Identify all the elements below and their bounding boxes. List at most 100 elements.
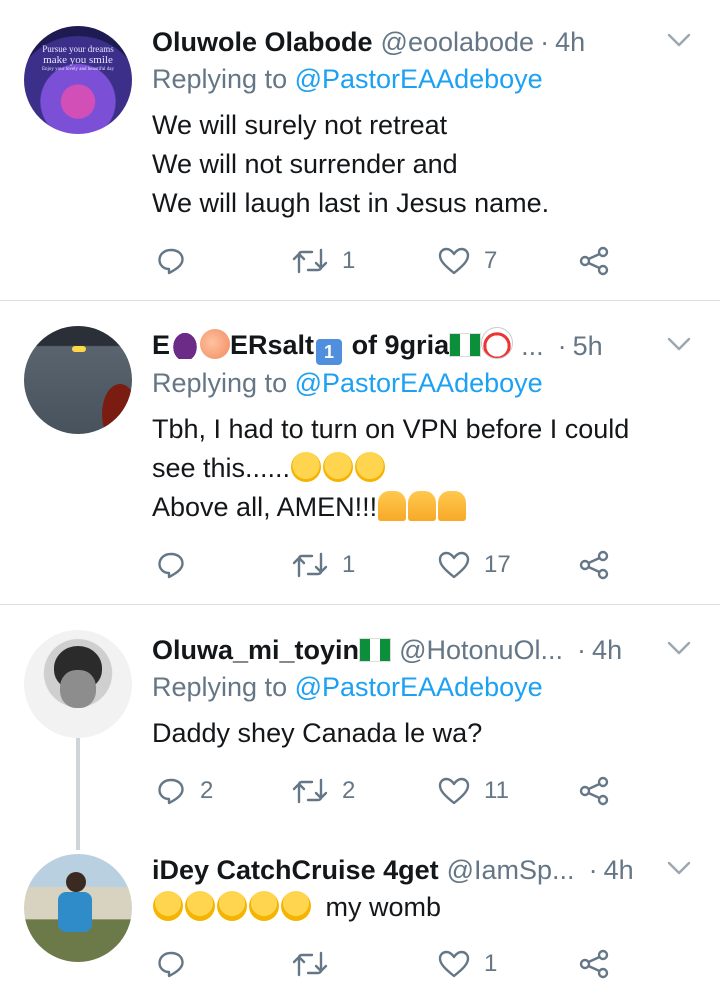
retweet-count: 1 [342,551,356,578]
nigeria-flag-icon [449,333,482,357]
separator: · [557,330,567,361]
display-name[interactable]: E ERsalt 1 of 9gria [152,327,514,365]
pleading-face-emoji-icon [323,452,354,482]
nigeria-flag-icon [359,637,392,662]
rofl-emoji-icon [217,891,247,921]
like-count: 11 [484,777,509,804]
chevron-down-icon[interactable] [666,858,692,878]
retweet-count: 2 [342,777,356,804]
share-button[interactable] [578,545,610,585]
reply-icon [156,246,186,276]
display-name[interactable]: Oluwa_mi_toyin [152,635,392,666]
reply-button[interactable]: 2 [156,771,213,811]
reply-button[interactable] [156,241,200,281]
mention-link[interactable]: @PastorEAAdeboye [295,672,543,702]
reply-icon [156,550,186,580]
timestamp[interactable]: 4h [555,27,585,58]
separator: · [577,634,587,665]
tweet-text: my womb [152,888,441,927]
chevron-down-icon[interactable] [666,334,692,354]
share-icon [578,550,610,580]
chevron-down-icon[interactable] [666,638,692,658]
display-name[interactable]: Oluwole Olabode [152,27,373,58]
avatar[interactable] [24,326,132,434]
like-count: 1 [484,950,498,977]
separator: · [588,854,598,885]
praying-hands-emoji-icon [408,491,437,521]
divider [0,604,720,605]
mention-link[interactable]: @PastorEAAdeboye [295,64,543,94]
avatar[interactable] [24,630,132,738]
avatar[interactable] [24,854,132,962]
share-button[interactable] [578,944,610,984]
user-handle[interactable]: @IamSp... [447,855,575,886]
reply-button[interactable] [156,944,200,984]
share-button[interactable] [578,771,610,811]
heart-icon [438,246,470,276]
retweet-button[interactable]: 1 [292,545,355,585]
mention-link[interactable]: @PastorEAAdeboye [295,368,543,398]
clown-emoji-icon [481,327,514,359]
retweet-button[interactable] [292,944,342,984]
tweet-actions: 1 [152,944,632,984]
like-button[interactable]: 7 [438,241,497,281]
tweet-actions: 1 7 [152,241,632,281]
display-name[interactable]: iDey CatchCruise 4get [152,855,439,886]
like-count: 17 [484,551,511,578]
tweet-header: E ERsalt 1 of 9gria ... · 5h [152,326,690,366]
tweet-actions: 2 2 11 [152,771,632,811]
retweet-button[interactable]: 1 [292,241,355,281]
avatar-caption: Pursue your dreams make you smile Enjoy … [41,44,115,72]
reply-count: 2 [200,777,214,804]
share-button[interactable] [578,241,610,281]
tweet-header: iDey CatchCruise 4get @IamSp... · 4h [152,850,690,890]
like-button[interactable]: 1 [438,944,497,984]
chevron-down-icon[interactable] [666,30,692,50]
heart-icon [438,550,470,580]
tweet-text: Daddy shey Canada le wa? [152,718,483,748]
tweet-header: Oluwa_mi_toyin @HotonuOl... · 4h [152,630,690,670]
avatar-detail [102,384,132,434]
tweet-header: Oluwole Olabode @eoolabode · 4h [152,22,690,62]
like-button[interactable]: 11 [438,771,509,811]
divider [0,300,720,301]
avatar-detail [66,872,86,892]
avatar-detail [72,346,86,352]
avatar-detail [58,892,92,932]
rofl-emoji-icon [249,891,279,921]
praying-hands-emoji-icon [378,491,407,521]
like-button[interactable]: 17 [438,545,511,585]
tweet-actions: 1 17 [152,545,632,585]
tweet-1[interactable]: Pursue your dreams make you smile Enjoy … [0,22,720,300]
user-handle[interactable]: @HotonuOl... [399,635,563,666]
reply-button[interactable] [156,545,200,585]
tweet-2[interactable]: E ERsalt 1 of 9gria ... · 5h Replying to @… [0,326,720,604]
tweet-text: We will surely not retreat We will not s… [152,110,550,218]
rofl-emoji-icon [153,891,183,921]
share-icon [578,776,610,806]
heart-icon [438,949,470,979]
retweet-count: 1 [342,247,356,274]
rofl-emoji-icon [281,891,311,921]
tweet-4[interactable]: iDey CatchCruise 4get @IamSp... · 4h my … [0,850,720,1006]
peach-emoji-icon [200,329,231,359]
reply-icon [156,949,186,979]
timestamp[interactable]: 5h [573,331,603,362]
share-icon [578,246,610,276]
retweet-button[interactable]: 2 [292,771,355,811]
separator: · [540,26,550,57]
pleading-face-emoji-icon [291,452,322,482]
tweet-text: Tbh, I had to turn on VPN before I could… [152,414,630,522]
retweet-icon [292,550,328,580]
user-handle[interactable]: @eoolabode [381,27,535,58]
avatar-detail [60,670,96,708]
tweet-3[interactable]: Oluwa_mi_toyin @HotonuOl... · 4h Replyin… [0,630,720,830]
avatar[interactable]: Pursue your dreams make you smile Enjoy … [24,26,132,134]
retweet-icon [292,776,328,806]
timestamp[interactable]: 4h [604,855,634,886]
eggplant-emoji-icon [170,329,201,359]
replying-to: Replying to @PastorEAAdeboye [152,672,543,702]
replying-to: Replying to @PastorEAAdeboye [152,368,543,398]
timestamp[interactable]: 4h [592,635,622,666]
reply-icon [156,776,186,806]
